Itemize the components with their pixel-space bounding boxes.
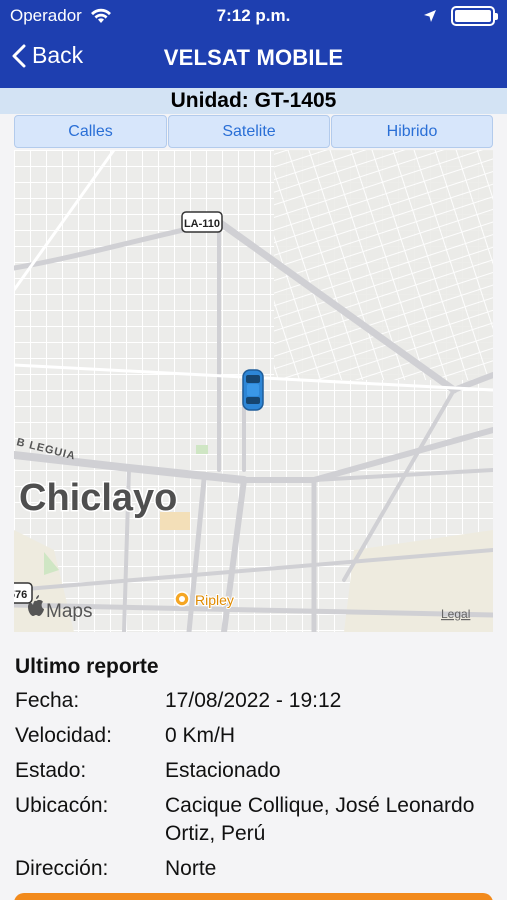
- row-label: Fecha:: [15, 689, 80, 712]
- report-row-estado: Estado: Estacionado: [15, 757, 495, 785]
- road-shield-text: LA-110: [184, 218, 220, 230]
- page-title: VELSAT MOBILE: [163, 45, 344, 70]
- report-row-ubicacion: Ubicacón: Cacique Collique, José Leonard…: [15, 792, 495, 848]
- legal-link[interactable]: Legal: [441, 607, 470, 621]
- road-shield-partial: 576: [14, 582, 33, 604]
- app-screen: Operador 7:12 p.m. Back VELSAT MOBILE Un…: [0, 0, 507, 900]
- road-shield-la110: LA-110: [181, 211, 223, 233]
- report-row-direccion: Dirección: Norte: [15, 855, 495, 883]
- map-canvas: LA-110 576 B LEGUIA Chiclayo Ripley: [14, 150, 493, 632]
- status-right: [423, 6, 498, 26]
- poi-ripley[interactable]: Ripley: [174, 591, 235, 609]
- unit-label: Unidad: GT-1405: [0, 88, 507, 114]
- header: Operador 7:12 p.m. Back VELSAT MOBILE: [0, 0, 507, 88]
- navigation-bar: Back VELSAT MOBILE: [0, 36, 507, 80]
- road-shield-partial-text: 576: [14, 589, 27, 601]
- action-button[interactable]: [14, 893, 493, 900]
- status-bar: Operador 7:12 p.m.: [0, 0, 507, 30]
- row-value: Norte: [165, 857, 217, 880]
- row-value: 17/08/2022 - 19:12: [165, 689, 342, 712]
- city-label: Chiclayo: [19, 477, 177, 519]
- row-label: Estado:: [15, 759, 87, 782]
- vehicle-marker[interactable]: [242, 369, 264, 411]
- row-value: Estacionado: [165, 759, 281, 782]
- map-mode-calles[interactable]: Calles: [14, 115, 167, 148]
- report-row-velocidad: Velocidad: 0 Km/H: [15, 722, 495, 750]
- maps-brand-label: Maps: [46, 601, 92, 622]
- poi-label: Ripley: [195, 592, 234, 608]
- report-row-fecha: Fecha: 17/08/2022 - 19:12: [15, 687, 495, 715]
- row-label: Ubicacón:: [15, 794, 109, 817]
- row-value: 0 Km/H: [165, 724, 236, 747]
- map-mode-satelite[interactable]: Satelite: [168, 115, 330, 148]
- row-value: Cacique Collique, José Leonardo Ortiz, P…: [165, 794, 475, 845]
- battery-icon: [451, 6, 498, 26]
- map-mode-hibrido[interactable]: Hibrido: [331, 115, 493, 148]
- report-title: Ultimo reporte: [15, 655, 159, 678]
- report-panel: Ultimo reporte Fecha: 17/08/2022 - 19:12…: [15, 655, 495, 890]
- row-label: Velocidad:: [15, 724, 112, 747]
- row-label: Dirección:: [15, 857, 109, 880]
- location-arrow-icon: [424, 10, 436, 22]
- map-view[interactable]: LA-110 576 B LEGUIA Chiclayo Ripley: [14, 150, 493, 632]
